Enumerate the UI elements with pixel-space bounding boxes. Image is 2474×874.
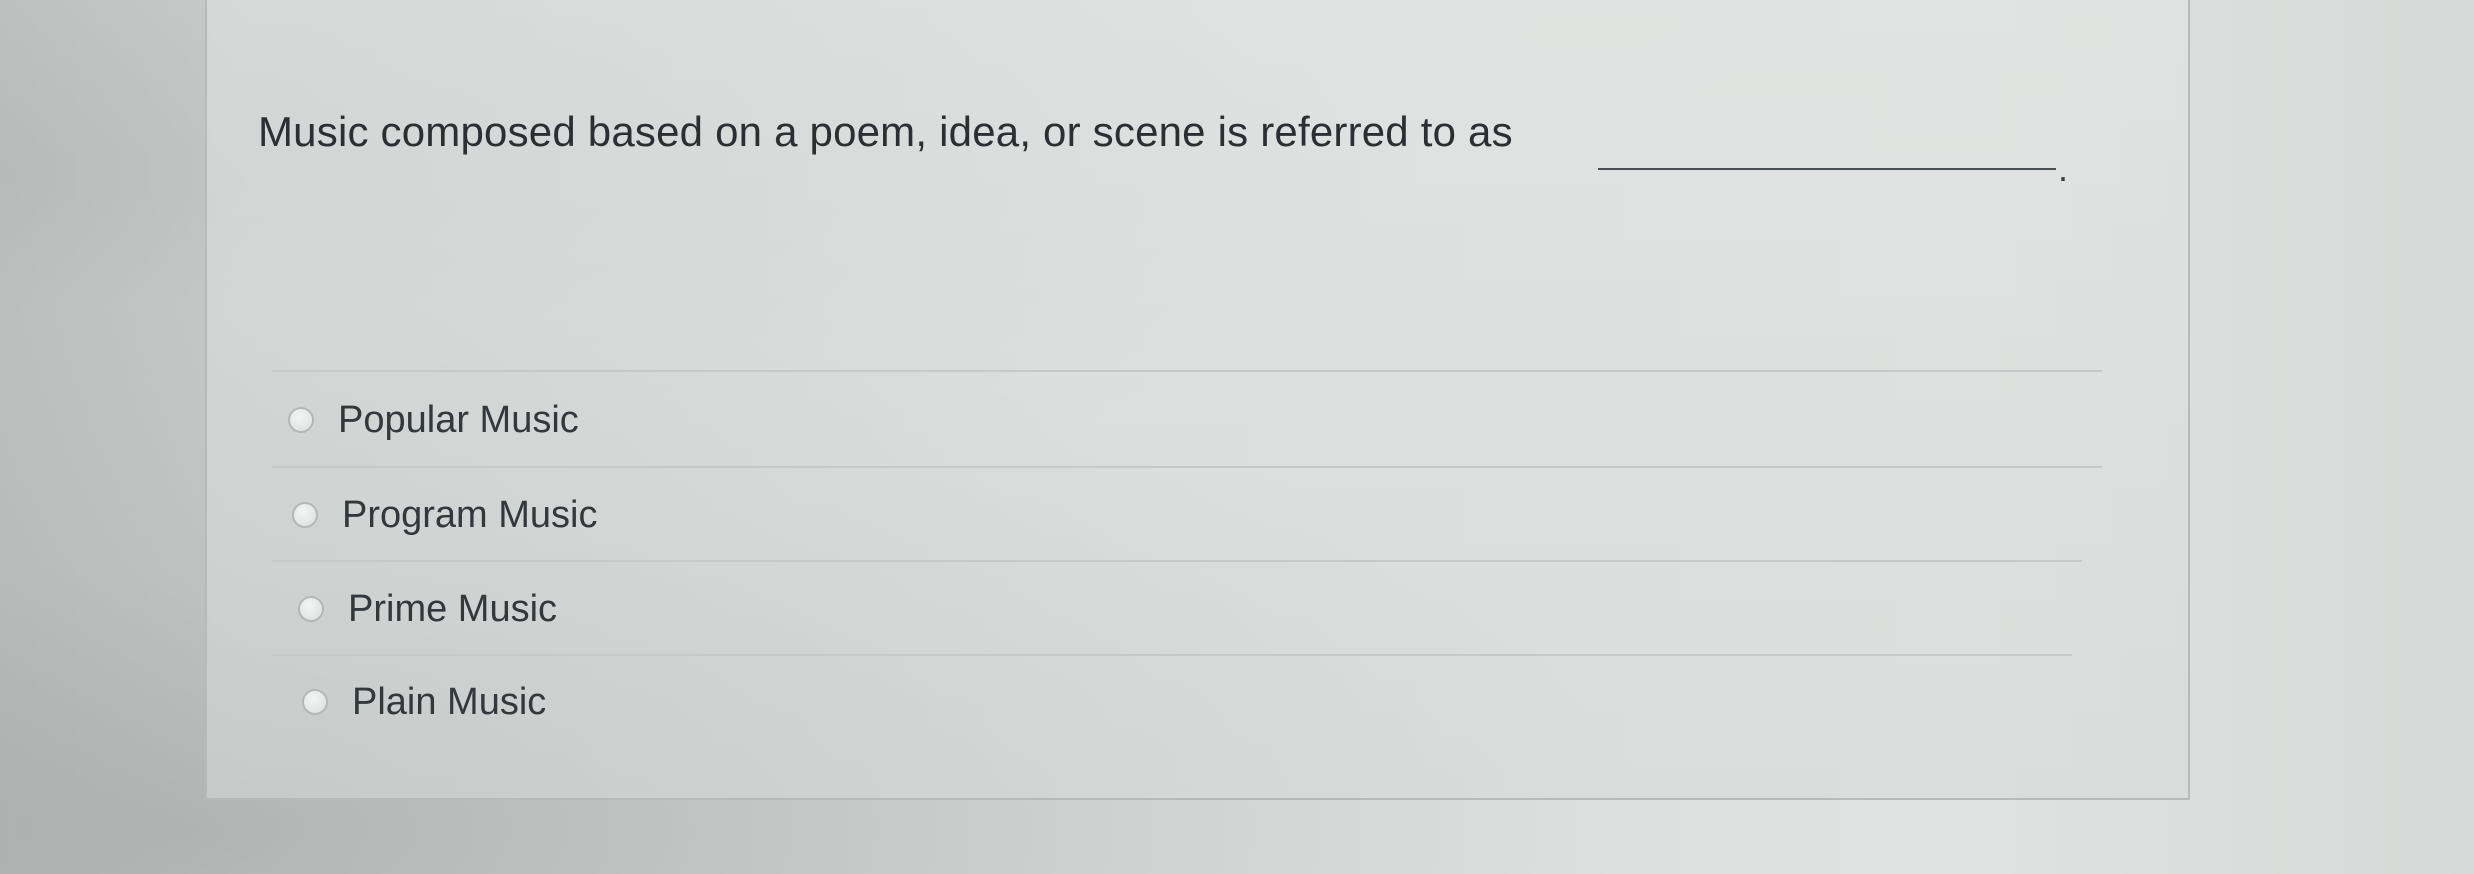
radio-button[interactable] — [298, 596, 324, 622]
answer-option-prime-music[interactable]: Prime Music — [298, 579, 557, 639]
option-label: Popular Music — [338, 398, 579, 441]
answer-option-program-music[interactable]: Program Music — [292, 485, 598, 545]
option-divider — [272, 466, 2102, 468]
answer-option-plain-music[interactable]: Plain Music — [302, 672, 546, 732]
option-label: Prime Music — [348, 587, 558, 630]
question-text: Music composed based on a poem, idea, or… — [258, 108, 1513, 155]
blank-period: . — [2058, 148, 2069, 189]
option-label: Program Music — [342, 493, 598, 536]
option-label: Plain Music — [352, 680, 547, 723]
answer-option-popular-music[interactable]: Popular Music — [288, 390, 579, 450]
radio-button[interactable] — [302, 689, 328, 715]
radio-button[interactable] — [292, 502, 318, 528]
radio-button[interactable] — [288, 407, 314, 433]
option-divider — [272, 560, 2082, 562]
option-divider — [272, 654, 2072, 656]
answer-blank — [1598, 168, 2056, 170]
options-top-divider — [272, 370, 2102, 372]
